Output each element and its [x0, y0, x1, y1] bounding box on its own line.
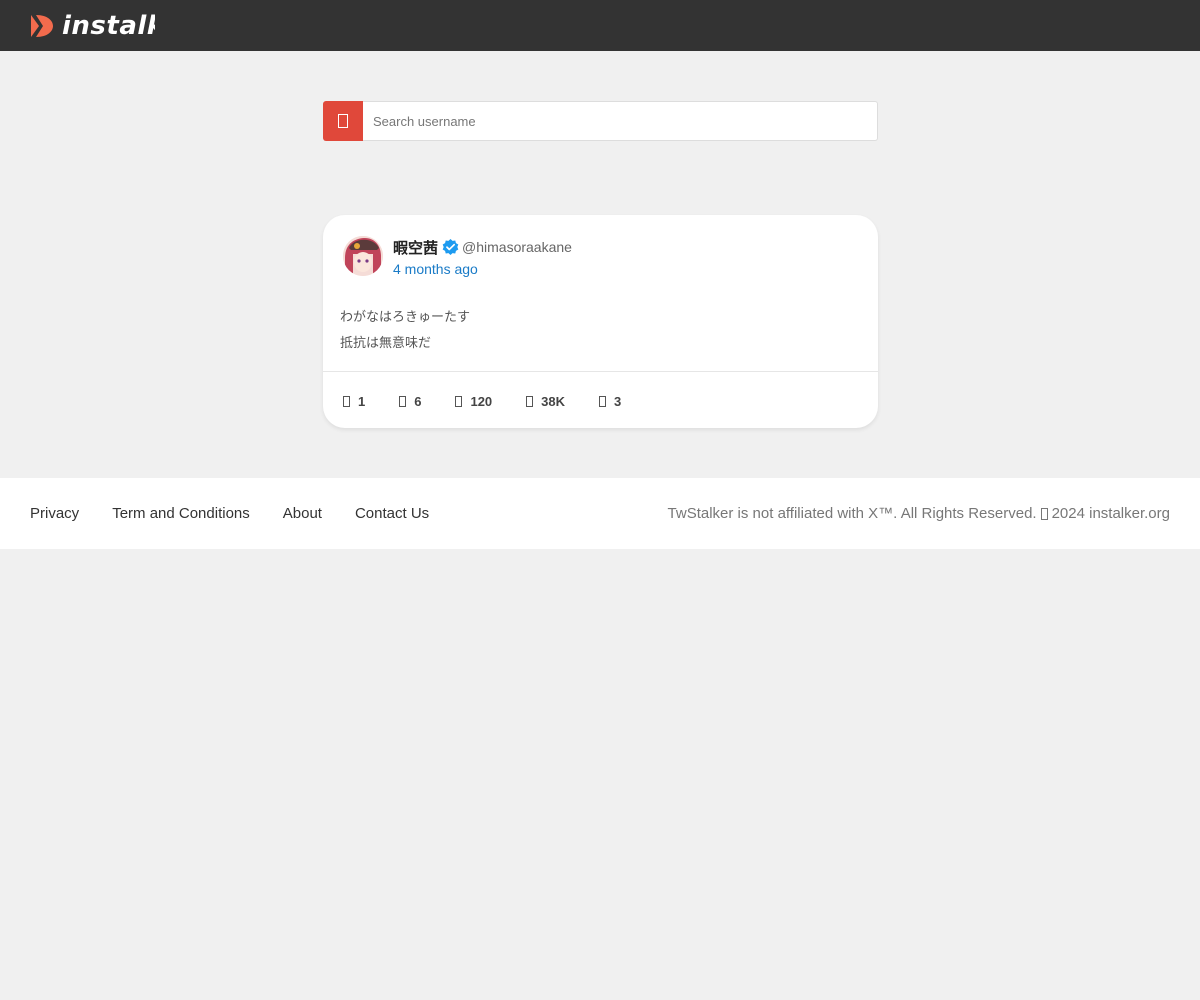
views-count: 38K [541, 394, 566, 409]
reply-count: 1 [358, 394, 366, 409]
footer-link-privacy[interactable]: Privacy [30, 505, 79, 522]
like-stat[interactable]: 120 [455, 394, 492, 409]
views-stat[interactable]: 38K [526, 394, 565, 409]
bookmark-count: 3 [614, 394, 622, 409]
footer-links: Privacy Term and Conditions About Contac… [30, 505, 462, 522]
retweet-stat[interactable]: 6 [399, 394, 421, 409]
reply-icon [343, 396, 350, 407]
card-divider [323, 371, 878, 372]
tweet-text-line: わがなはろきゅーたす [340, 309, 471, 324]
footer-copyright-text: 2024 instalker.org [1051, 505, 1170, 522]
copyright-icon [1040, 507, 1048, 520]
brand-logo-link[interactable]: instalk [28, 11, 155, 41]
like-count: 120 [470, 394, 493, 409]
search-input[interactable] [363, 101, 878, 141]
name-row: 暇空茜 @himasoraakane [393, 236, 572, 258]
tweet-meta: 暇空茜 @himasoraakane 4 months ago [393, 236, 572, 277]
brand-name: instalk [62, 10, 155, 41]
bookmark-icon [599, 396, 607, 407]
tweet-header: 暇空茜 @himasoraakane 4 months ago [343, 236, 572, 277]
avatar[interactable] [343, 236, 383, 276]
retweet-count: 6 [414, 394, 422, 409]
footer-copyright: TwStalker is not affiliated with X™. All… [668, 505, 1170, 522]
reply-stat[interactable]: 1 [343, 394, 365, 409]
search-icon [338, 114, 348, 128]
footer-link-about[interactable]: About [283, 505, 322, 522]
footer: Privacy Term and Conditions About Contac… [0, 478, 1200, 549]
top-bar: instalk [0, 0, 1200, 51]
tweet-stats: 1 6 120 38K 3 [343, 394, 655, 409]
search-button[interactable] [323, 101, 363, 141]
views-icon [526, 396, 534, 407]
display-name[interactable]: 暇空茜 [393, 237, 438, 258]
bookmark-stat[interactable]: 3 [599, 394, 621, 409]
verified-badge-icon [442, 238, 459, 255]
tweet-card: 暇空茜 @himasoraakane 4 months ago わがなはろきゅー… [323, 215, 878, 428]
tweet-text-line: 抵抗は無意味だ [340, 335, 432, 350]
user-handle: @himasoraakane [462, 239, 572, 255]
brand-logo-icon [28, 13, 54, 39]
footer-link-contact[interactable]: Contact Us [355, 505, 429, 522]
tweet-time-link[interactable]: 4 months ago [393, 261, 572, 277]
tweet-text: わがなはろきゅーたす 抵抗は無意味だ [340, 304, 470, 356]
footer-link-terms[interactable]: Term and Conditions [112, 505, 250, 522]
like-icon [455, 396, 463, 407]
footer-notice: TwStalker is not affiliated with X™. All… [667, 505, 1037, 522]
search-bar [323, 101, 878, 141]
retweet-icon [399, 396, 407, 407]
